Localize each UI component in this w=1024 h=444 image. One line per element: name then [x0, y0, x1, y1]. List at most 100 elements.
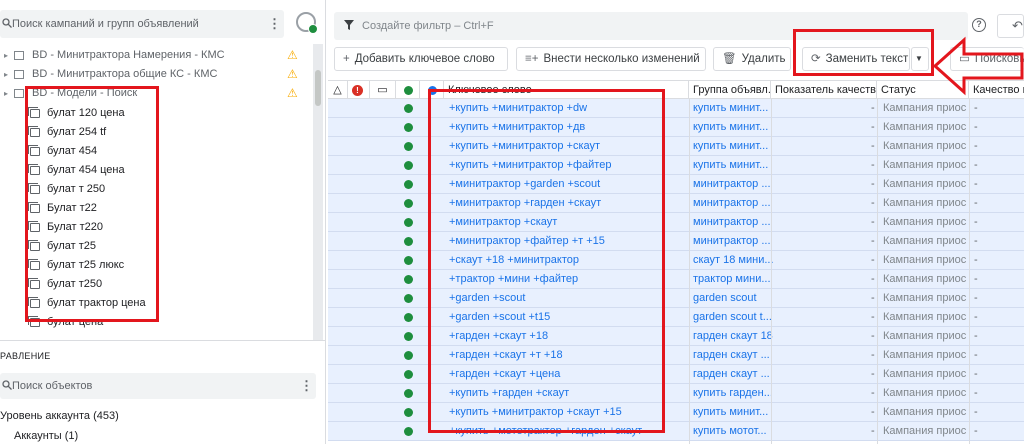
- bulk-changes-button[interactable]: ≡+ Внести несколько изменений: [516, 47, 706, 71]
- table-row[interactable]: +garden +scout garden scout - Кампания прио…: [328, 289, 1024, 308]
- more-vert-icon[interactable]: ⋮: [268, 16, 281, 32]
- keyword-cell[interactable]: +трактор +мини +файтер: [449, 270, 578, 289]
- keyword-cell[interactable]: +купить +мототрактор +гарден +скаут: [449, 422, 642, 441]
- ad-group-cell[interactable]: купить минит...: [693, 118, 773, 137]
- ad-group-cell[interactable]: купить минит...: [693, 403, 773, 422]
- campaign-search-input[interactable]: Поиск кампаний и групп объявлений ⋮: [0, 10, 284, 38]
- accounts-item[interactable]: Аккаунты (1): [14, 430, 78, 442]
- delete-button[interactable]: 🗑 Удалить: [713, 47, 791, 71]
- keyword-cell[interactable]: +купить +минитрактор +файтер: [449, 156, 611, 175]
- ad-group-cell[interactable]: гарден скаут 18: [693, 327, 773, 346]
- enabled-status-dot[interactable]: [404, 161, 413, 170]
- more-vert-icon[interactable]: ⋮: [300, 378, 313, 394]
- ad-group-cell[interactable]: скаут 18 мини...: [693, 251, 773, 270]
- objects-search-input[interactable]: Поиск объектов ⋮: [0, 373, 316, 399]
- keyword-cell[interactable]: +минитрактор +garden +scout: [449, 175, 600, 194]
- enabled-status-dot[interactable]: [404, 370, 413, 379]
- keyword-cell[interactable]: +купить +минитрактор +dw: [449, 99, 587, 118]
- help-icon[interactable]: ?: [972, 18, 986, 32]
- keyword-cell[interactable]: +скаут +18 +минитрактор: [449, 251, 579, 270]
- header-blue-status-icon[interactable]: [420, 81, 444, 99]
- ad-group-cell[interactable]: минитрактор ...: [693, 194, 773, 213]
- ad-group-cell[interactable]: garden scout: [693, 289, 773, 308]
- keyword-cell[interactable]: +минитрактор +скаут: [449, 213, 557, 232]
- enabled-status-dot[interactable]: [404, 408, 413, 417]
- enabled-status-dot[interactable]: [404, 256, 413, 265]
- account-level-item[interactable]: Уровень аккаунта (453): [0, 410, 119, 422]
- table-row[interactable]: +скаут +18 +минитрактор скаут 18 мини... -…: [328, 251, 1024, 270]
- enabled-status-dot[interactable]: [404, 332, 413, 341]
- enabled-status-dot[interactable]: [404, 180, 413, 189]
- table-row[interactable]: +купить +минитрактор +дв купить минит... -…: [328, 118, 1024, 137]
- table-row[interactable]: +минитрактор +гарден +скаут минитрактор .…: [328, 194, 1024, 213]
- campaign-row[interactable]: ▸ BD - Минитрактора общие КС - КМС ⚠: [0, 65, 312, 84]
- warning-icon[interactable]: ⚠: [287, 84, 298, 103]
- keyword-cell[interactable]: +купить +минитрактор +скаут: [449, 137, 600, 156]
- enabled-status-dot[interactable]: [404, 142, 413, 151]
- ad-group-cell[interactable]: garden scout t...: [693, 308, 773, 327]
- header-error-icon[interactable]: !: [348, 81, 370, 99]
- keyword-cell[interactable]: +купить +минитрактор +скаут +15: [449, 403, 622, 422]
- table-row[interactable]: +купить +минитрактор +скаут купить минит.…: [328, 137, 1024, 156]
- header-ad-group[interactable]: Группа объявл...: [689, 81, 771, 99]
- keyword-cell[interactable]: +минитрактор +гарден +скаут: [449, 194, 601, 213]
- table-row[interactable]: +минитрактор +файтер +т +15 минитрактор .…: [328, 232, 1024, 251]
- enabled-status-dot[interactable]: [404, 104, 413, 113]
- header-warning-icon[interactable]: △: [328, 81, 348, 99]
- scrollbar-thumb[interactable]: [315, 70, 321, 106]
- warning-icon[interactable]: ⚠: [287, 46, 298, 65]
- campaign-row[interactable]: ▸ BD - Минитрактора Намерения - КМС ⚠: [0, 46, 312, 65]
- tree-scrollbar[interactable]: [313, 44, 323, 340]
- ad-group-cell[interactable]: минитрактор ...: [693, 232, 773, 251]
- table-row[interactable]: +минитрактор +garden +scout минитрактор .…: [328, 175, 1024, 194]
- keyword-cell[interactable]: +купить +гарден +скаут: [449, 384, 569, 403]
- replace-text-button[interactable]: ⟳ Заменить текст: [802, 47, 910, 71]
- table-row[interactable]: +купить +гарден +скаут купить гарден... - К…: [328, 384, 1024, 403]
- ad-group-cell[interactable]: купить минит...: [693, 99, 773, 118]
- keyword-cell[interactable]: +гарден +скаут +цена: [449, 365, 560, 384]
- enabled-status-dot[interactable]: [404, 313, 413, 322]
- table-row[interactable]: +гарден +скаут +цена гарден скаут ... - Кам…: [328, 365, 1024, 384]
- enabled-status-dot[interactable]: [404, 389, 413, 398]
- expand-arrow-icon[interactable]: ▸: [4, 84, 8, 103]
- ad-group-cell[interactable]: гарден скаут ...: [693, 346, 773, 365]
- table-row[interactable]: +garden +scout +t15 garden scout t... - Кам…: [328, 308, 1024, 327]
- keyword-cell[interactable]: +garden +scout +t15: [449, 308, 550, 327]
- enabled-status-dot[interactable]: [404, 294, 413, 303]
- enabled-status-dot[interactable]: [404, 218, 413, 227]
- header-comment-icon[interactable]: ▭: [370, 81, 396, 99]
- filter-input[interactable]: Создайте фильтр – Ctrl+F: [334, 12, 968, 40]
- ad-group-cell[interactable]: гарден скаут ...: [693, 365, 773, 384]
- expand-arrow-icon[interactable]: ▸: [4, 65, 8, 84]
- replace-text-dropdown[interactable]: ▼: [911, 47, 929, 71]
- header-status-icon[interactable]: [396, 81, 420, 99]
- enabled-status-dot[interactable]: [404, 275, 413, 284]
- enabled-status-dot[interactable]: [404, 237, 413, 246]
- table-row[interactable]: +купить +минитрактор +скаут +15 купить ми…: [328, 403, 1024, 422]
- ad-group-cell[interactable]: купить минит...: [693, 156, 773, 175]
- table-row[interactable]: +гарден +скаут +т +18 гарден скаут ... - Ка…: [328, 346, 1024, 365]
- keyword-cell[interactable]: +гарден +скаут +т +18: [449, 346, 563, 365]
- add-keyword-button[interactable]: + Добавить ключевое слово: [334, 47, 508, 71]
- enabled-status-dot[interactable]: [404, 199, 413, 208]
- table-row[interactable]: +купить +мототрактор +гарден +скаут купит…: [328, 422, 1024, 441]
- header-quality-score[interactable]: Показатель качества: [771, 81, 877, 99]
- table-row[interactable]: +гарден +скаут +18 гарден скаут 18 - Кампан…: [328, 327, 1024, 346]
- table-row[interactable]: +минитрактор +скаут минитрактор ... - Кампа…: [328, 213, 1024, 232]
- expand-arrow-icon[interactable]: ▸: [4, 46, 8, 65]
- table-row[interactable]: +купить +минитрактор +файтер купить минит…: [328, 156, 1024, 175]
- enabled-status-dot[interactable]: [404, 427, 413, 436]
- sync-icon[interactable]: [296, 12, 318, 34]
- ad-group-cell[interactable]: купить мотот...: [693, 422, 773, 441]
- table-row[interactable]: +трактор +мини +файтер трактор мини... - Ка…: [328, 270, 1024, 289]
- ad-group-cell[interactable]: трактор мини...: [693, 270, 773, 289]
- enabled-status-dot[interactable]: [404, 123, 413, 132]
- campaign-row[interactable]: ▸ BD - Модели - Поиск ⚠: [0, 84, 312, 103]
- warning-icon[interactable]: ⚠: [287, 65, 298, 84]
- ad-group-cell[interactable]: купить минит...: [693, 137, 773, 156]
- keyword-cell[interactable]: +купить +минитрактор +дв: [449, 118, 585, 137]
- ad-group-cell[interactable]: минитрактор ...: [693, 175, 773, 194]
- header-keyword[interactable]: Ключевое слово: [444, 81, 689, 99]
- ad-group-cell[interactable]: минитрактор ...: [693, 213, 773, 232]
- enabled-status-dot[interactable]: [404, 351, 413, 360]
